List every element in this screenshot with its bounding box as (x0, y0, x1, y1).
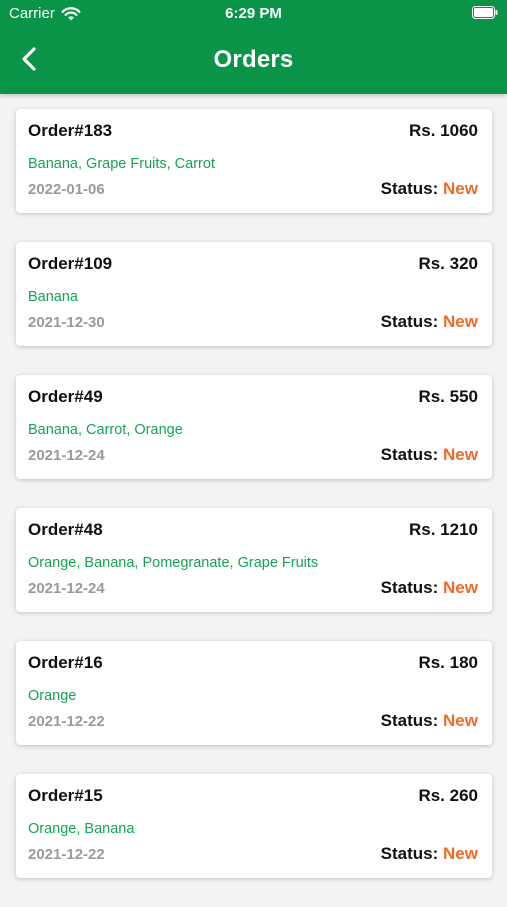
order-id: Order#109 (28, 254, 113, 273)
order-id: Order#183 (28, 121, 113, 140)
order-card[interactable]: Order#183 Rs. 1060 Banana, Grape Fruits,… (16, 109, 492, 213)
order-card[interactable]: Order#49 Rs. 550 Banana, Carrot, Orange … (16, 375, 492, 479)
status-value: New (443, 711, 478, 730)
order-items: Orange, Banana (28, 821, 135, 837)
nav-bar: Orders (0, 28, 507, 94)
status-label: Status: (380, 578, 439, 597)
order-card[interactable]: Order#15 Rs. 260 Orange, Banana 2021-12-… (16, 774, 492, 878)
order-date: 2021-12-22 (28, 713, 105, 730)
order-items: Orange (28, 688, 77, 704)
status-label: Status: (380, 312, 439, 331)
orders-list: Order#183 Rs. 1060 Banana, Grape Fruits,… (16, 109, 492, 907)
order-status: Status: New (381, 844, 478, 864)
app-header: Carrier 6:29 PM Orders (0, 0, 507, 94)
order-items: Banana, Carrot, Orange (28, 422, 183, 438)
order-card[interactable]: Order#109 Rs. 320 Banana 2021-12-30 Stat… (16, 242, 492, 346)
battery-icon (472, 6, 498, 19)
order-status: Status: New (381, 711, 478, 731)
order-amount: Rs. 550 (418, 387, 478, 406)
order-card[interactable]: Order#16 Rs. 180 Orange 2021-12-22 Statu… (16, 641, 492, 745)
order-amount: Rs. 1210 (409, 520, 478, 539)
order-date: 2021-12-24 (28, 580, 105, 597)
status-label: Status: (380, 844, 439, 863)
order-id: Order#16 (28, 653, 103, 672)
status-value: New (443, 844, 478, 863)
order-date: 2022-01-06 (28, 181, 105, 198)
order-items: Banana, Grape Fruits, Carrot (28, 156, 215, 172)
order-amount: Rs. 320 (418, 254, 478, 273)
order-status: Status: New (381, 312, 478, 332)
order-amount: Rs. 260 (418, 786, 478, 805)
page-title: Orders (213, 46, 294, 73)
status-value: New (443, 445, 478, 464)
order-status: Status: New (381, 445, 478, 465)
order-status: Status: New (381, 179, 478, 199)
status-value: New (443, 312, 478, 331)
order-items: Orange, Banana, Pomegranate, Grape Fruit… (28, 555, 319, 571)
status-label: Status: (380, 445, 439, 464)
order-items: Banana (28, 289, 78, 305)
order-amount: Rs. 1060 (409, 121, 478, 140)
order-id: Order#15 (28, 786, 103, 805)
order-status: Status: New (381, 578, 478, 598)
clock: 6:29 PM (225, 5, 282, 22)
order-id: Order#49 (28, 387, 103, 406)
order-date: 2021-12-30 (28, 314, 105, 331)
order-date: 2021-12-24 (28, 447, 105, 464)
status-label: Status: (380, 179, 439, 198)
status-label: Status: (380, 711, 439, 730)
order-amount: Rs. 180 (418, 653, 478, 672)
status-bar: Carrier 6:29 PM (0, 0, 507, 28)
order-date: 2021-12-22 (28, 846, 105, 863)
order-card[interactable]: Order#48 Rs. 1210 Orange, Banana, Pomegr… (16, 508, 492, 612)
status-value: New (443, 179, 478, 198)
order-id: Order#48 (28, 520, 103, 539)
status-value: New (443, 578, 478, 597)
